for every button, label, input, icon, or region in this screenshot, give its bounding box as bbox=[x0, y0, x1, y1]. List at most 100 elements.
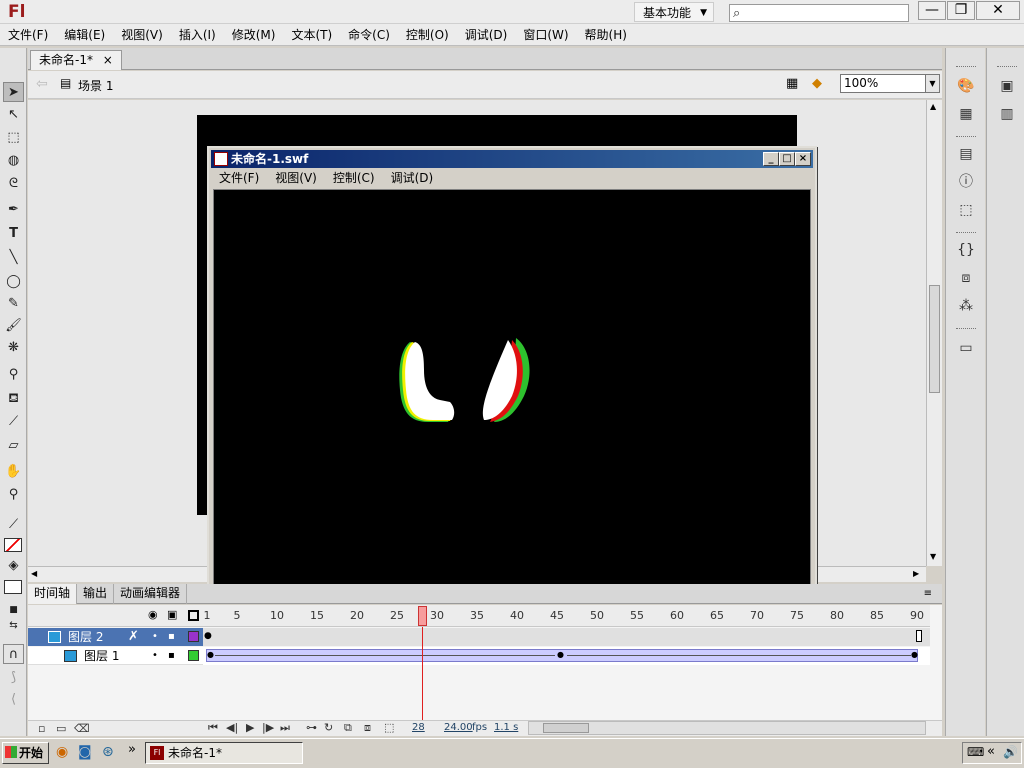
menu-view[interactable]: 视图(V) bbox=[113, 24, 171, 46]
loop-icon[interactable]: ↻ bbox=[324, 721, 333, 734]
swf-title-bar[interactable]: 未命名-1.swf _ □ × bbox=[211, 150, 813, 168]
scroll-right-icon[interactable]: ▶ bbox=[913, 569, 919, 578]
swf-menu-view[interactable]: 视图(V) bbox=[267, 168, 325, 188]
layer-2-frames[interactable]: ● bbox=[203, 628, 930, 646]
components-panel-icon[interactable]: ⧈ bbox=[955, 268, 977, 288]
taskbar-item-flash[interactable]: Fl 未命名-1* bbox=[145, 742, 303, 764]
3d-rotation-tool-icon[interactable]: ◍ bbox=[3, 151, 24, 171]
menu-insert[interactable]: 插入(I) bbox=[171, 24, 224, 46]
keyboard-icon[interactable]: ⌨ bbox=[967, 745, 984, 759]
vertical-scroll-thumb[interactable] bbox=[929, 285, 940, 393]
outline-icon[interactable] bbox=[188, 610, 199, 621]
swf-minimize-button[interactable]: _ bbox=[763, 152, 779, 166]
menu-edit[interactable]: 编辑(E) bbox=[56, 24, 113, 46]
visibility-dot-icon[interactable]: • bbox=[152, 628, 158, 646]
workspace-switcher[interactable]: 基本功能 ▼ bbox=[634, 2, 714, 22]
library-panel-icon[interactable]: ▥ bbox=[996, 104, 1018, 124]
straighten-icon[interactable]: ⟨ bbox=[3, 690, 24, 710]
layer-name[interactable]: 图层 1 bbox=[84, 647, 119, 665]
last-frame-icon[interactable]: ⏭ bbox=[280, 721, 290, 735]
tray-expand[interactable]: « bbox=[987, 744, 995, 759]
center-frame-icon[interactable]: ⊶ bbox=[306, 721, 317, 734]
deco-tool-icon[interactable]: ❋ bbox=[3, 338, 24, 358]
subselection-tool-icon[interactable]: ↖ bbox=[3, 105, 24, 125]
timeline-scroll-thumb[interactable] bbox=[543, 723, 589, 733]
motion-tween-span[interactable]: ● ● ● bbox=[206, 649, 918, 662]
align-panel-icon[interactable]: ▤ bbox=[955, 144, 977, 164]
project-panel-icon[interactable]: ▭ bbox=[955, 338, 977, 358]
fill-color-icon[interactable]: ◈ bbox=[3, 556, 24, 576]
swf-maximize-button[interactable]: □ bbox=[779, 152, 795, 166]
swf-menu-file[interactable]: 文件(F) bbox=[211, 168, 267, 188]
timeline-horizontal-scrollbar[interactable] bbox=[528, 721, 926, 735]
edit-multiple-frames-icon[interactable]: ⬚ bbox=[384, 721, 394, 734]
scroll-up-icon[interactable]: ▲ bbox=[930, 102, 936, 111]
help-search-input[interactable]: ⌕ bbox=[729, 4, 909, 22]
free-transform-tool-icon[interactable]: ⬚ bbox=[3, 128, 24, 148]
tab-timeline[interactable]: 时间轴 bbox=[28, 584, 78, 604]
menu-text[interactable]: 文本(T) bbox=[283, 24, 340, 46]
swf-close-button[interactable]: × bbox=[795, 152, 811, 166]
stroke-color-swatch[interactable] bbox=[4, 538, 22, 552]
eraser-tool-icon[interactable]: ▱ bbox=[3, 436, 24, 456]
prev-frame-icon[interactable]: ◀| bbox=[226, 721, 238, 734]
fps-readout[interactable]: 24.00 bbox=[444, 722, 473, 733]
new-folder-icon[interactable]: ▭ bbox=[56, 722, 66, 735]
end-frame-marker[interactable] bbox=[916, 630, 922, 642]
zoom-select[interactable]: 100% ▼ bbox=[840, 74, 940, 93]
start-button[interactable]: 开始 bbox=[2, 742, 49, 764]
menu-commands[interactable]: 命令(C) bbox=[340, 24, 398, 46]
elapsed-time-readout[interactable]: 1.1 s bbox=[494, 722, 518, 733]
onion-skin-icon[interactable]: ⧉ bbox=[344, 721, 352, 735]
next-frame-icon[interactable]: |▶ bbox=[262, 721, 274, 734]
info-panel-icon[interactable]: ⓘ bbox=[955, 172, 977, 192]
bone-tool-icon[interactable]: ⚲ bbox=[3, 365, 24, 385]
keyframe-marker[interactable]: ● bbox=[204, 631, 212, 641]
lock-icon[interactable]: ▣ bbox=[167, 608, 177, 621]
properties-panel-icon[interactable]: ▣ bbox=[996, 76, 1018, 96]
tab-output[interactable]: 输出 bbox=[77, 584, 115, 604]
panel-grip[interactable] bbox=[956, 66, 976, 69]
onion-outline-icon[interactable]: ⧈ bbox=[364, 721, 371, 735]
lock-dot-icon[interactable]: ▪ bbox=[168, 647, 175, 665]
volume-icon[interactable]: 🔊 bbox=[1003, 745, 1018, 759]
paint-bucket-tool-icon[interactable]: ⛾ bbox=[3, 389, 24, 409]
panel-menu-icon[interactable]: ≡ bbox=[918, 584, 938, 604]
selection-tool-icon[interactable]: ➤ bbox=[3, 82, 24, 102]
menu-modify[interactable]: 修改(M) bbox=[224, 24, 284, 46]
panel-grip[interactable] bbox=[956, 232, 976, 235]
swf-menu-control[interactable]: 控制(C) bbox=[325, 168, 383, 188]
delete-layer-icon[interactable]: ⌫ bbox=[74, 722, 90, 735]
menu-window[interactable]: 窗口(W) bbox=[515, 24, 576, 46]
smooth-icon[interactable]: ⟆ bbox=[3, 668, 24, 688]
menu-control[interactable]: 控制(O) bbox=[398, 24, 457, 46]
new-layer-icon[interactable]: ▫ bbox=[38, 722, 45, 735]
layer-1-frames[interactable]: ● ● ● bbox=[203, 647, 930, 665]
panel-grip[interactable] bbox=[956, 328, 976, 331]
desktop-icon[interactable]: ◙ bbox=[78, 744, 92, 760]
swap-colors-icon[interactable]: ⇆ bbox=[3, 616, 24, 636]
brush-tool-icon[interactable]: 🖌 bbox=[3, 316, 24, 336]
color-panel-icon[interactable]: 🎨 bbox=[955, 76, 977, 96]
panel-grip[interactable] bbox=[956, 136, 976, 139]
document-tab[interactable]: 未命名-1* × bbox=[30, 50, 122, 70]
edit-symbols-icon[interactable]: ◆ bbox=[812, 76, 822, 91]
first-frame-icon[interactable]: ⏮ bbox=[208, 721, 218, 735]
playhead[interactable] bbox=[418, 606, 427, 626]
layer-outline-color[interactable] bbox=[188, 631, 199, 642]
quicklaunch-more[interactable]: » bbox=[128, 742, 136, 757]
keyframe-marker[interactable]: ● bbox=[207, 650, 214, 659]
eyedropper-tool-icon[interactable]: ⟋ bbox=[3, 412, 24, 432]
keyframe-marker[interactable]: ● bbox=[911, 650, 918, 659]
browser-icon[interactable]: ◉ bbox=[56, 744, 68, 760]
swatches-panel-icon[interactable]: ▦ bbox=[955, 104, 977, 124]
stage-vertical-scrollbar[interactable]: ▲ ▼ bbox=[926, 100, 942, 566]
eye-icon[interactable]: ◉ bbox=[148, 608, 158, 621]
panel-grip[interactable] bbox=[997, 66, 1017, 69]
edit-scene-icon[interactable]: ▦ bbox=[786, 76, 798, 91]
text-tool-icon[interactable]: T bbox=[3, 224, 24, 244]
hand-tool-icon[interactable]: ✋ bbox=[3, 462, 24, 482]
tab-motion-editor[interactable]: 动画编辑器 bbox=[114, 584, 188, 604]
menu-help[interactable]: 帮助(H) bbox=[577, 24, 635, 46]
lasso-tool-icon[interactable]: ᘓ bbox=[3, 174, 24, 194]
